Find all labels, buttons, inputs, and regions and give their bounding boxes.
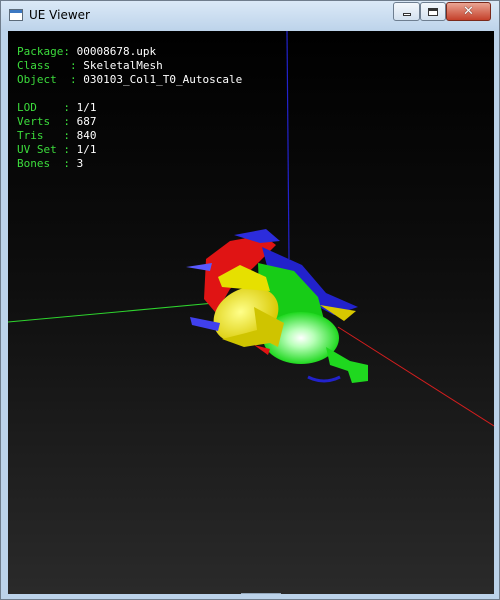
skeletal-mesh-model <box>186 229 368 383</box>
info-object: Object : 030103_Col1_T0_Autoscale <box>17 73 243 86</box>
info-verts: Verts : 687 <box>17 115 97 128</box>
app-window: UE Viewer ✕ Package: 00008678.upk Class … <box>0 0 500 600</box>
window-title: UE Viewer <box>29 8 90 22</box>
app-icon <box>9 9 23 21</box>
info-class: Class : SkeletalMesh <box>17 59 163 72</box>
z-axis-line <box>286 31 290 260</box>
info-uvset: UV Set : 1/1 <box>17 143 97 156</box>
info-bones: Bones : 3 <box>17 157 84 170</box>
maximize-button[interactable] <box>420 2 446 21</box>
close-button[interactable]: ✕ <box>446 2 491 21</box>
minimize-button[interactable] <box>393 2 420 21</box>
mesh-info-overlay: Package: 00008678.upk Class : SkeletalMe… <box>17 45 242 171</box>
minimize-icon <box>402 12 411 16</box>
info-tris: Tris : 840 <box>17 129 97 142</box>
info-lod: LOD : 1/1 <box>17 101 97 114</box>
info-package: Package: 00008678.upk <box>17 45 157 58</box>
title-bar[interactable]: UE Viewer ✕ <box>1 1 499 31</box>
maximize-icon <box>428 7 438 16</box>
resize-grip[interactable] <box>241 593 281 598</box>
3d-viewport[interactable]: Package: 00008678.upk Class : SkeletalMe… <box>8 31 494 594</box>
close-icon: ✕ <box>463 4 474 19</box>
